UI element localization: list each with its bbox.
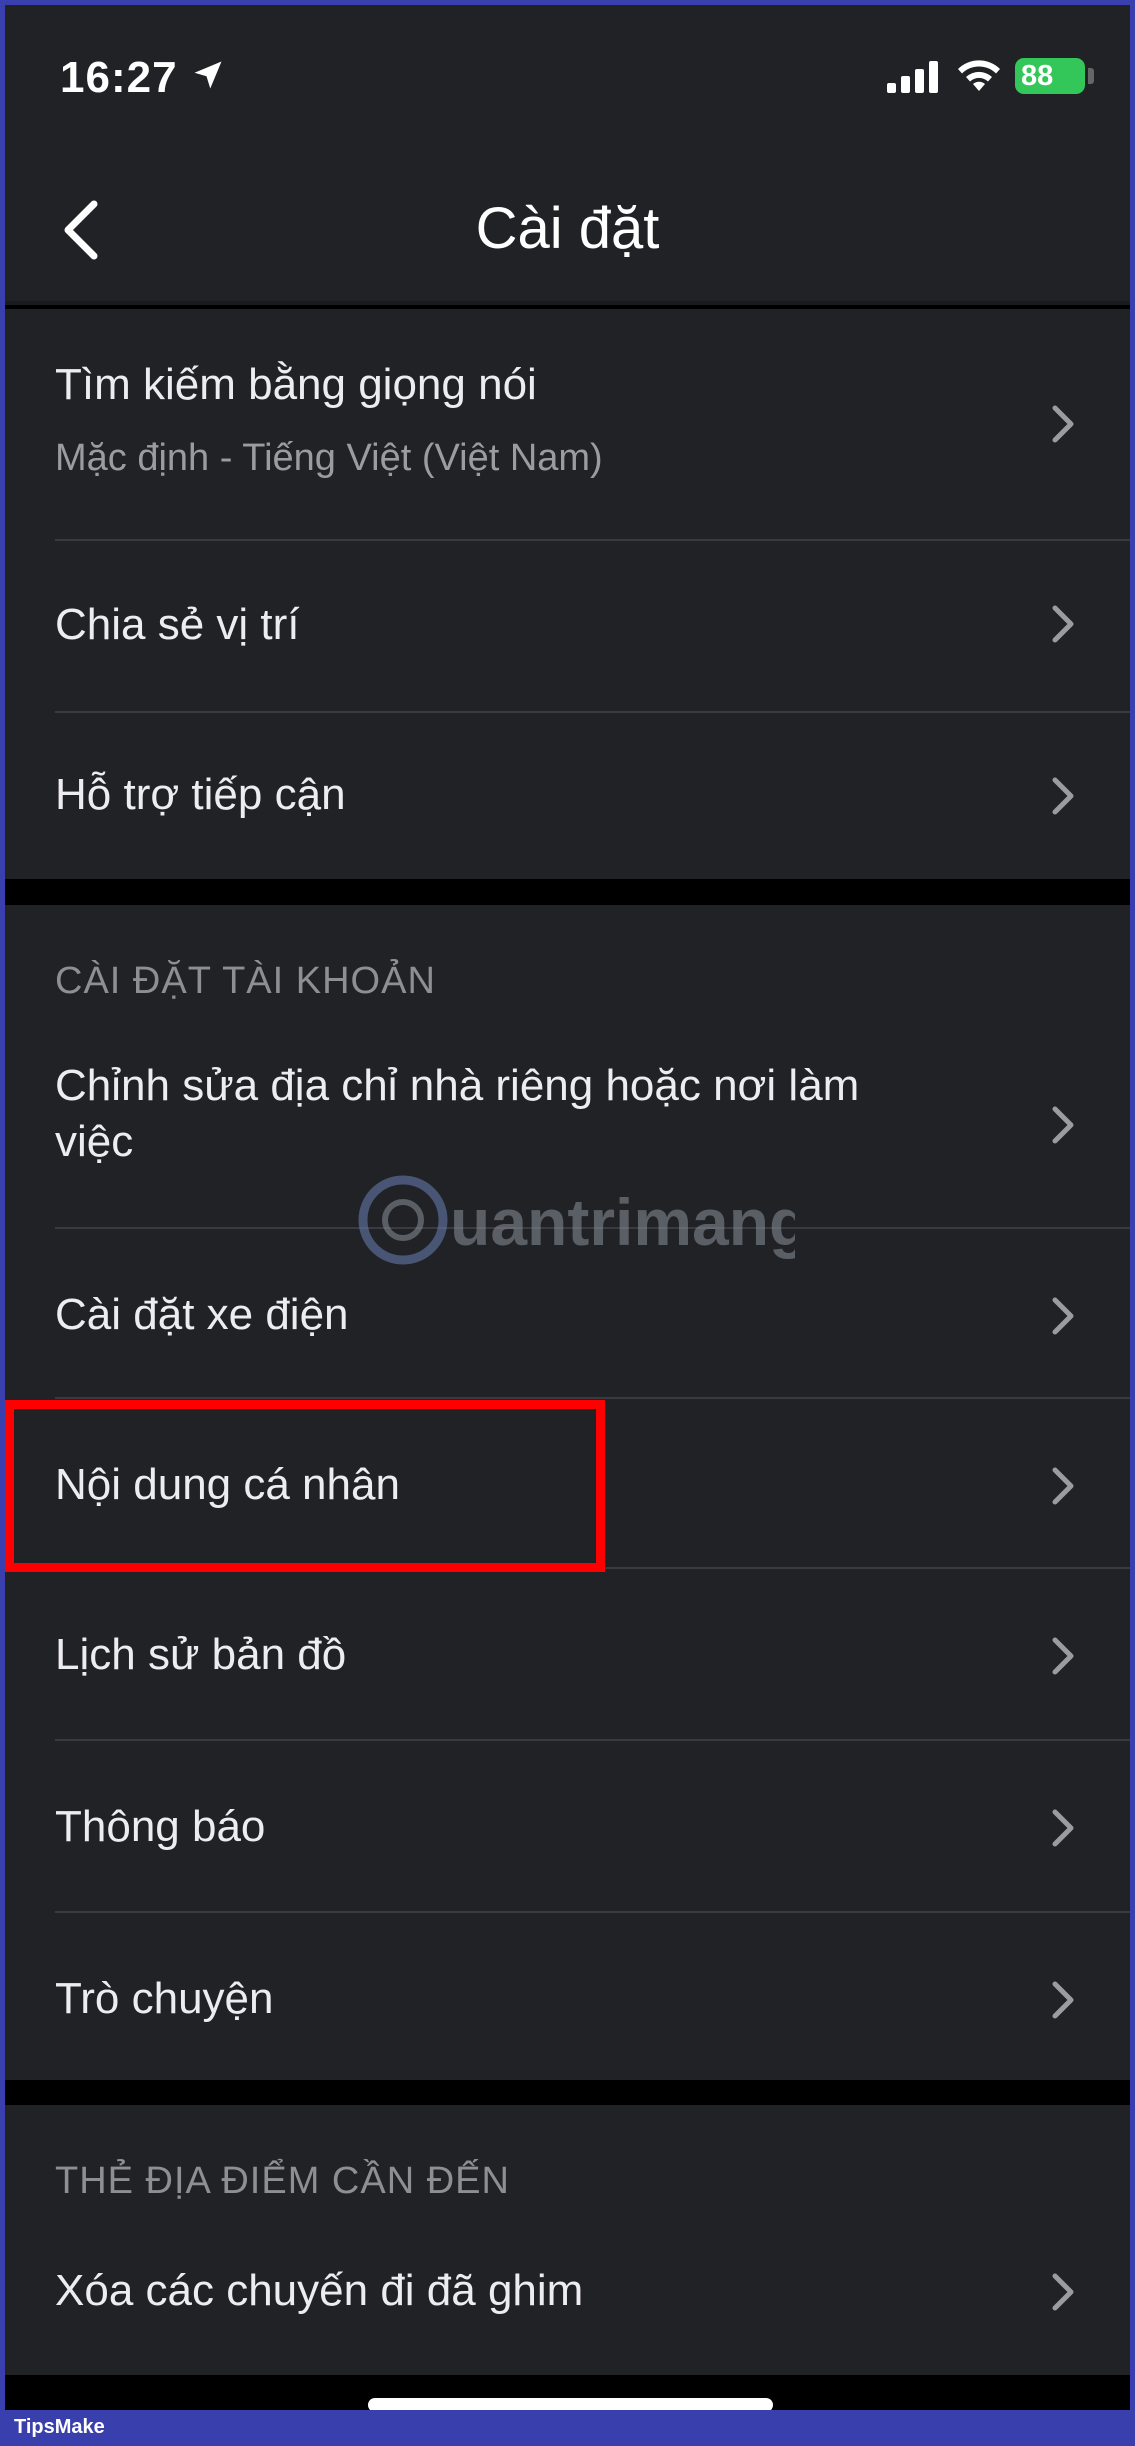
chevron-right-icon xyxy=(1051,1808,1075,1853)
edit-home-work-label: Chỉnh sửa địa chỉ nhà riêng hoặc nơi làm… xyxy=(55,1061,860,1166)
accessibility-label: Hỗ trợ tiếp cận xyxy=(55,770,346,819)
voice-search-label: Tìm kiếm bằng giọng nói xyxy=(55,360,537,409)
accessibility-row[interactable]: Hỗ trợ tiếp cận xyxy=(5,713,1130,879)
clear-pinned-trips-label: Xóa các chuyến đi đã ghim xyxy=(55,2266,584,2315)
voice-search-row[interactable]: Tìm kiếm bằng giọng nói Mặc định - Tiếng… xyxy=(5,309,1130,539)
chevron-right-icon xyxy=(1051,776,1075,821)
location-sharing-label: Chia sẻ vị trí xyxy=(55,600,300,649)
home-indicator[interactable] xyxy=(368,2398,773,2410)
chevron-right-icon xyxy=(1051,1980,1075,2025)
notifications-label: Thông báo xyxy=(55,1802,266,1851)
chat-row[interactable]: Trò chuyện xyxy=(5,1913,1130,2080)
section-header-account: CÀI ĐẶT TÀI KHOẢN xyxy=(55,960,436,1002)
cellular-signal-icon xyxy=(887,61,941,98)
footer-brand: TipsMake xyxy=(14,2416,105,2438)
battery-tip-icon xyxy=(1088,68,1094,84)
wifi-icon xyxy=(955,57,1003,98)
chevron-right-icon xyxy=(1051,1105,1075,1150)
location-arrow-icon xyxy=(190,57,226,98)
status-time: 16:27 xyxy=(60,53,178,102)
chevron-right-icon xyxy=(1051,404,1075,449)
svg-text:uantrimang: uantrimang xyxy=(450,1185,795,1259)
ev-settings-label: Cài đặt xe điện xyxy=(55,1290,349,1339)
battery-indicator: 88 xyxy=(1015,58,1085,94)
chevron-right-icon xyxy=(1051,604,1075,649)
location-sharing-row[interactable]: Chia sẻ vị trí xyxy=(5,541,1130,711)
chevron-right-icon xyxy=(1051,2272,1075,2317)
highlight-box xyxy=(5,1400,605,1572)
general-settings-group: Tìm kiếm bằng giọng nói Mặc định - Tiếng… xyxy=(5,309,1130,879)
page-title: Cài đặt xyxy=(475,196,660,261)
chevron-right-icon xyxy=(1051,1636,1075,1681)
places-card-group: THẺ ĐỊA ĐIỂM CẦN ĐẾN Xóa các chuyến đi đ… xyxy=(5,2105,1130,2375)
voice-search-value: Mặc định - Tiếng Việt (Việt Nam) xyxy=(55,437,603,479)
section-header-places: THẺ ĐỊA ĐIỂM CẦN ĐẾN xyxy=(55,2160,510,2202)
clear-pinned-trips-row[interactable]: Xóa các chuyến đi đã ghim xyxy=(5,2215,1130,2375)
navigation-bar: Cài đặt xyxy=(5,155,1130,305)
chevron-right-icon xyxy=(1051,1466,1075,1511)
notifications-row[interactable]: Thông báo xyxy=(5,1741,1130,1911)
chat-label: Trò chuyện xyxy=(55,1974,274,2023)
map-history-label: Lịch sử bản đồ xyxy=(55,1630,347,1679)
map-history-row[interactable]: Lịch sử bản đồ xyxy=(5,1569,1130,1739)
quantrimang-watermark: uantrimang xyxy=(355,1165,809,1280)
chevron-right-icon xyxy=(1051,1296,1075,1341)
status-bar: 16:27 88 xyxy=(5,5,1130,155)
